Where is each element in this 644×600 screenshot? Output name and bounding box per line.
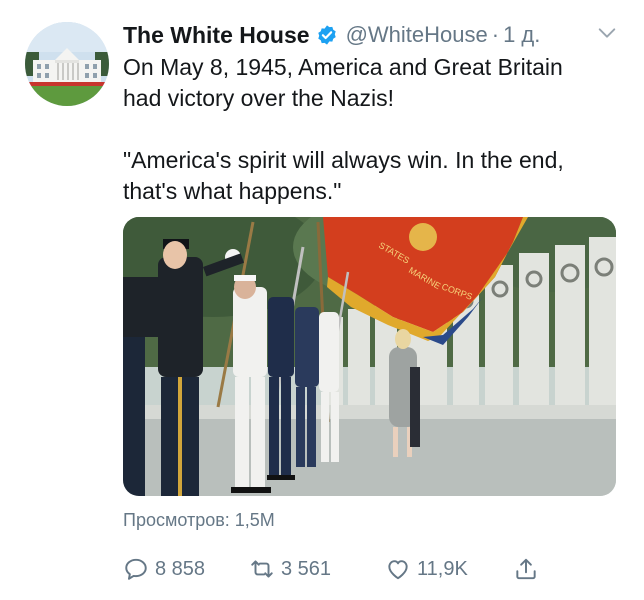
like-count: 11,9K [417, 557, 468, 580]
timestamp[interactable]: 1 д. [503, 22, 540, 48]
views-count: Просмотров: 1,5M [123, 510, 275, 530]
white-house-icon [25, 22, 109, 106]
tweet: The White House @WhiteHouse · 1 д. On Ma… [0, 0, 644, 600]
share-icon [516, 558, 536, 580]
heart-icon [388, 560, 408, 580]
tweet-media[interactable]: STATES MARINE CORPS [123, 217, 616, 496]
chevron-down-icon[interactable] [596, 22, 618, 44]
handle[interactable]: @WhiteHouse [346, 22, 488, 48]
reply-icon [125, 558, 147, 580]
retweet-count: 3 561 [281, 557, 332, 580]
tweet-text-line: that's what happens." [123, 178, 342, 204]
retweet-button[interactable]: 3 561 [249, 552, 331, 586]
retweet-icon [251, 560, 273, 578]
tweet-text: On May 8, 1945, America and Great Britai… [123, 52, 623, 207]
display-name[interactable]: The White House [123, 22, 310, 49]
verified-icon [316, 24, 338, 46]
honor-guard-photo: STATES MARINE CORPS [123, 217, 616, 496]
tweet-text-line: "America's spirit will always win. In th… [123, 147, 564, 173]
tweet-header: The White House @WhiteHouse · 1 д. [123, 20, 624, 50]
separator-dot: · [491, 22, 500, 47]
reply-count: 8 858 [155, 557, 206, 580]
share-button[interactable] [513, 552, 545, 586]
reply-button[interactable]: 8 858 [123, 552, 205, 586]
tweet-actions: 8 858 3 561 11,9K [123, 552, 553, 586]
avatar[interactable] [25, 22, 109, 106]
tweet-text-line: On May 8, 1945, America and Great Britai… [123, 54, 563, 80]
like-button[interactable]: 11,9K [385, 552, 468, 586]
tweet-text-line: had victory over the Nazis! [123, 85, 395, 111]
